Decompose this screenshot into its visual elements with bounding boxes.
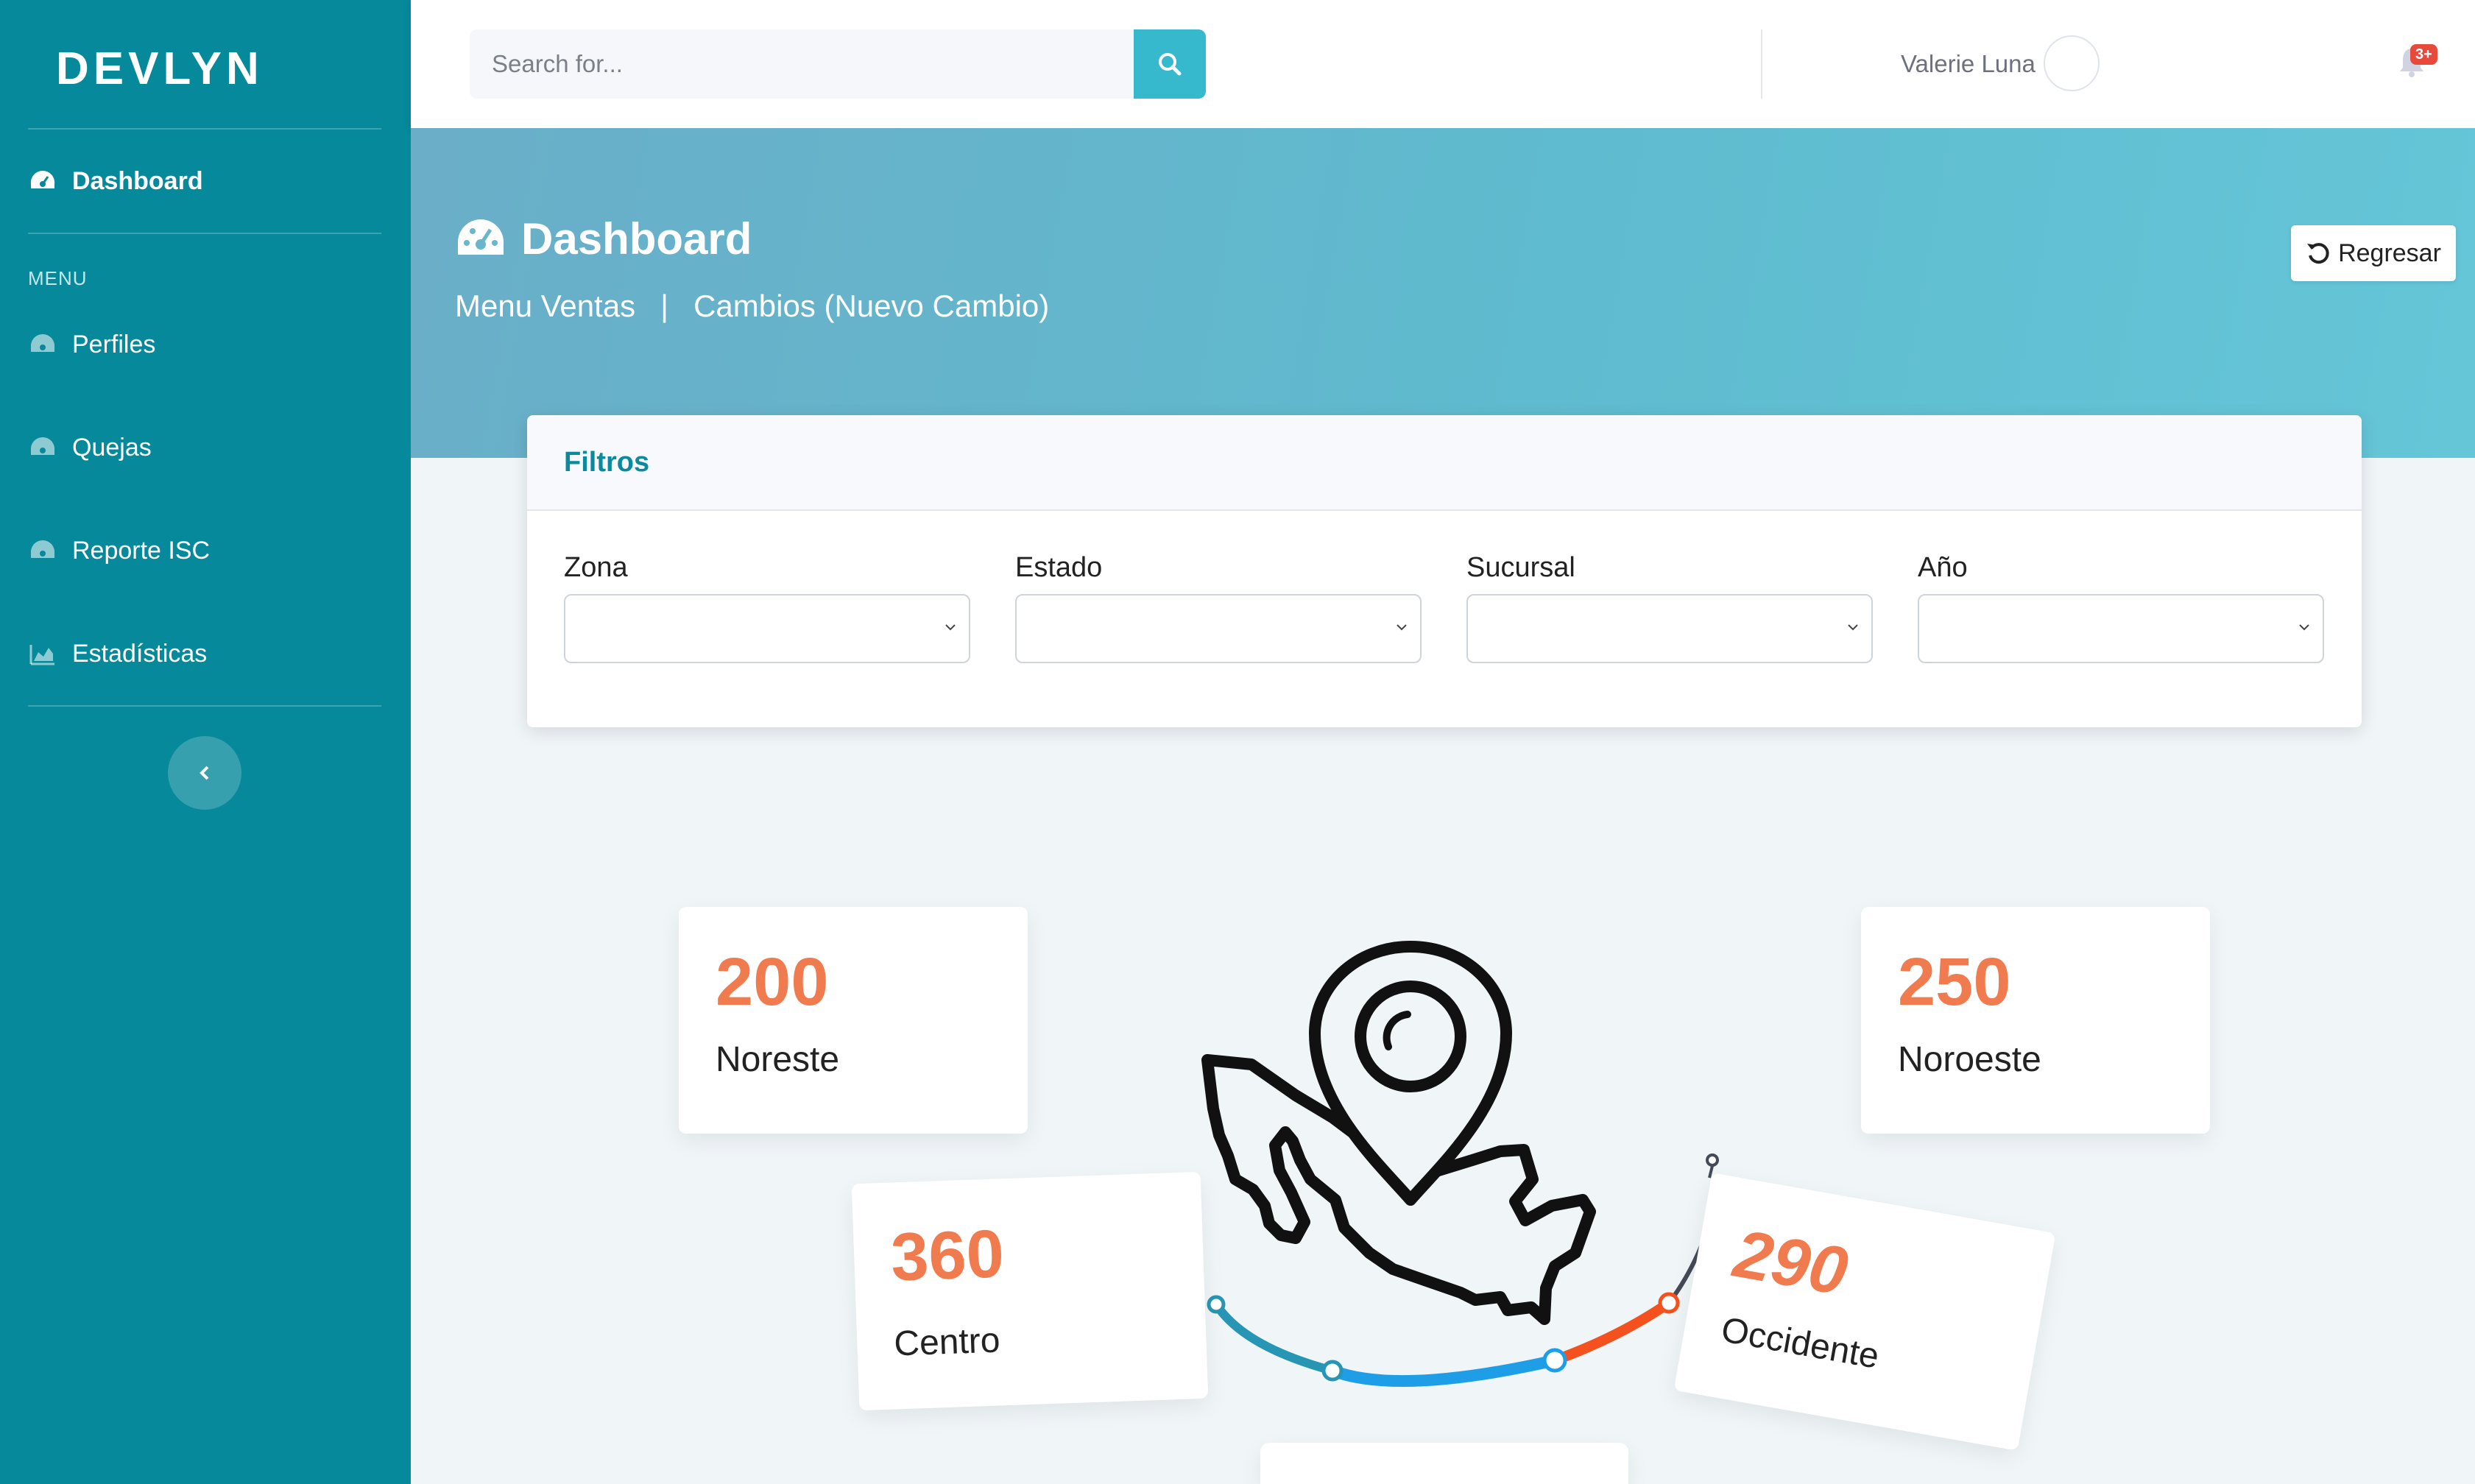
filter-label: Estado <box>1015 552 1103 583</box>
sidebar: DEVLYN Dashboard MENU Perfiles Quejas Re… <box>0 0 411 1484</box>
undo-icon <box>2307 243 2329 264</box>
filter-estado: Estado <box>1015 552 1422 663</box>
filter-sucursal: Sucursal <box>1466 552 1873 663</box>
stat-label: Centro <box>893 1321 1001 1364</box>
filters-card: Filtros Zona Estado Sucursal Año <box>527 415 2362 727</box>
stat-value: 250 <box>1898 944 2011 1020</box>
stat-label: Noroeste <box>1898 1040 2041 1079</box>
page-title: Dashboard <box>455 213 752 264</box>
sidebar-item-label: Quejas <box>72 433 152 462</box>
sidebar-toggle-button[interactable] <box>168 736 241 810</box>
stat-value: 200 <box>716 944 829 1020</box>
avatar <box>2044 35 2100 91</box>
alerts-badge: 3+ <box>2410 44 2437 65</box>
chevron-down-icon <box>2299 624 2309 631</box>
sidebar-item-label: Dashboard <box>72 166 203 195</box>
zona-select[interactable] <box>564 594 970 663</box>
tachometer-icon <box>30 333 55 352</box>
alerts-dropdown[interactable]: 3+ <box>2391 0 2450 128</box>
tachometer-icon <box>30 540 55 558</box>
mexico-map-illustration <box>1201 941 1719 1388</box>
back-button[interactable]: Regresar <box>2291 225 2456 281</box>
sidebar-divider <box>28 705 381 707</box>
sidebar-item-reporte-isc[interactable]: Reporte ISC <box>28 536 210 565</box>
back-button-label: Regresar <box>2338 239 2441 267</box>
user-menu[interactable]: Valerie Luna <box>1810 0 2104 128</box>
sidebar-item-estadisticas[interactable]: Estadísticas <box>28 639 207 668</box>
search-bar <box>470 29 1206 99</box>
search-button[interactable] <box>1134 29 1206 99</box>
brand-logo[interactable]: DEVLYN <box>56 43 264 95</box>
stat-card-centro[interactable]: 360 Centro <box>851 1171 1209 1411</box>
sidebar-item-label: Estadísticas <box>72 639 208 668</box>
chevron-down-icon <box>945 624 956 631</box>
filter-ano: Año <box>1918 552 2324 663</box>
estado-select[interactable] <box>1015 594 1422 663</box>
sidebar-item-dashboard[interactable]: Dashboard <box>28 166 203 196</box>
stat-card-noreste[interactable]: 200 Noreste <box>679 907 1028 1134</box>
stat-card-partial[interactable] <box>1260 1443 1628 1484</box>
tachometer-icon <box>30 170 55 188</box>
breadcrumb-item-menu-ventas[interactable]: Menu Ventas <box>455 289 635 324</box>
stat-label: Noreste <box>716 1040 840 1079</box>
progress-arc-orange <box>1550 1298 1674 1365</box>
filter-label: Sucursal <box>1466 552 1575 583</box>
page-title-text: Dashboard <box>521 214 752 264</box>
sidebar-item-label: Reporte ISC <box>72 536 211 565</box>
chevron-down-icon <box>1397 624 1407 631</box>
search-icon <box>1159 53 1182 76</box>
search-input[interactable] <box>470 29 1134 99</box>
stat-value: 360 <box>889 1216 1006 1296</box>
stat-label: Occidente <box>1718 1310 1882 1377</box>
breadcrumb-separator: | <box>660 289 669 323</box>
filters-card-header: Filtros <box>527 415 2362 511</box>
filter-zona: Zona <box>564 552 970 663</box>
sidebar-divider <box>28 128 381 130</box>
chevron-left-icon <box>200 766 209 780</box>
sidebar-divider <box>28 233 381 234</box>
chevron-down-icon <box>1848 624 1858 631</box>
progress-arc-blue <box>1327 1354 1561 1388</box>
breadcrumb: Menu Ventas | Cambios (Nuevo Cambio) <box>455 289 1049 324</box>
topbar-divider <box>1761 29 1762 99</box>
user-name: Valerie Luna <box>1901 50 2036 77</box>
sidebar-heading: MENU <box>28 267 88 289</box>
progress-arc-teal <box>1212 1300 1337 1375</box>
sidebar-item-quejas[interactable]: Quejas <box>28 433 152 462</box>
tachometer-icon <box>458 219 504 255</box>
stat-card-noroeste[interactable]: 250 Noroeste <box>1861 907 2210 1134</box>
breadcrumb-item-cambios: Cambios (Nuevo Cambio) <box>693 289 1050 323</box>
filter-label: Zona <box>564 552 628 583</box>
filters-title: Filtros <box>564 446 650 478</box>
ano-select[interactable] <box>1918 594 2324 663</box>
brand-logo-text: DEVLYN <box>56 43 264 94</box>
topbar: 3+ 7 Valerie Luna <box>411 0 2475 128</box>
sidebar-item-label: Perfiles <box>72 330 156 358</box>
stat-value: 290 <box>1729 1216 1854 1310</box>
tachometer-icon <box>30 437 55 455</box>
sidebar-item-perfiles[interactable]: Perfiles <box>28 330 155 359</box>
sucursal-select[interactable] <box>1466 594 1873 663</box>
area-chart-icon <box>29 645 54 665</box>
filter-label: Año <box>1918 552 1968 583</box>
